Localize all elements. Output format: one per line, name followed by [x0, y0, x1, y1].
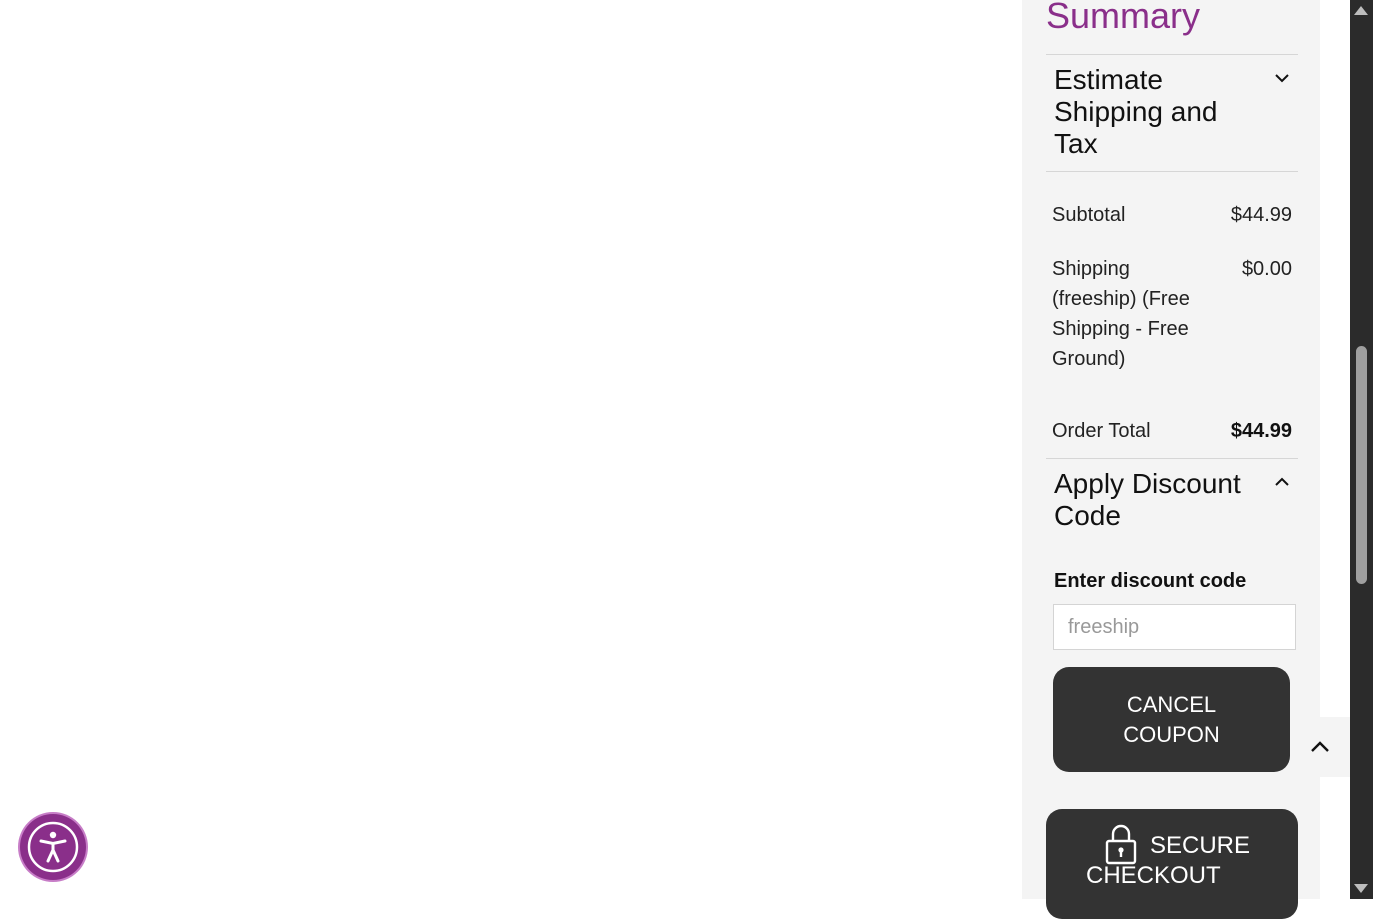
order-summary-panel: Summary Estimate Shipping and Tax Subtot…: [1022, 0, 1320, 919]
secure-checkout-button[interactable]: SECURE CHECKOUT: [1046, 809, 1298, 919]
order-total-label: Order Total: [1052, 420, 1151, 442]
back-to-top-button[interactable]: [1290, 717, 1350, 777]
discount-code-input[interactable]: [1053, 604, 1296, 650]
divider: [1046, 54, 1298, 55]
discount-field-label: Enter discount code: [1054, 570, 1247, 592]
page-scrollbar[interactable]: [1350, 0, 1373, 899]
divider: [1046, 458, 1298, 459]
accessibility-icon: [27, 821, 79, 873]
divider: [1046, 171, 1298, 172]
discount-code-title: Apply Discount Code: [1054, 468, 1241, 531]
scroll-up-arrow-icon[interactable]: [1354, 6, 1368, 15]
secure-checkout-label: SECURE CHECKOUT: [1086, 831, 1286, 891]
chevron-down-icon: [1275, 74, 1289, 83]
accessibility-button[interactable]: [20, 814, 86, 880]
chevron-up-icon: [1311, 741, 1329, 752]
chevron-up-icon: [1275, 477, 1289, 486]
secure-checkout-line1: SECURE: [1150, 832, 1251, 859]
shipping-label: Shipping (freeship) (Free Shipping - Fre…: [1052, 258, 1190, 370]
cancel-coupon-label: CANCEL COUPON: [1123, 691, 1220, 747]
summary-title: Summary: [1046, 0, 1201, 36]
secure-checkout-line2: CHECKOUT: [1086, 862, 1221, 889]
scroll-thumb[interactable]: [1356, 346, 1367, 584]
subtotal-label: Subtotal: [1052, 204, 1126, 226]
subtotal-value: $44.99: [1230, 204, 1292, 226]
shipping-value: $0.00: [1241, 258, 1292, 280]
estimate-shipping-title: Estimate Shipping and Tax: [1054, 64, 1218, 159]
cancel-coupon-button[interactable]: CANCEL COUPON: [1053, 667, 1290, 772]
order-total-value: $44.99: [1230, 420, 1292, 442]
scroll-down-arrow-icon[interactable]: [1354, 884, 1368, 893]
